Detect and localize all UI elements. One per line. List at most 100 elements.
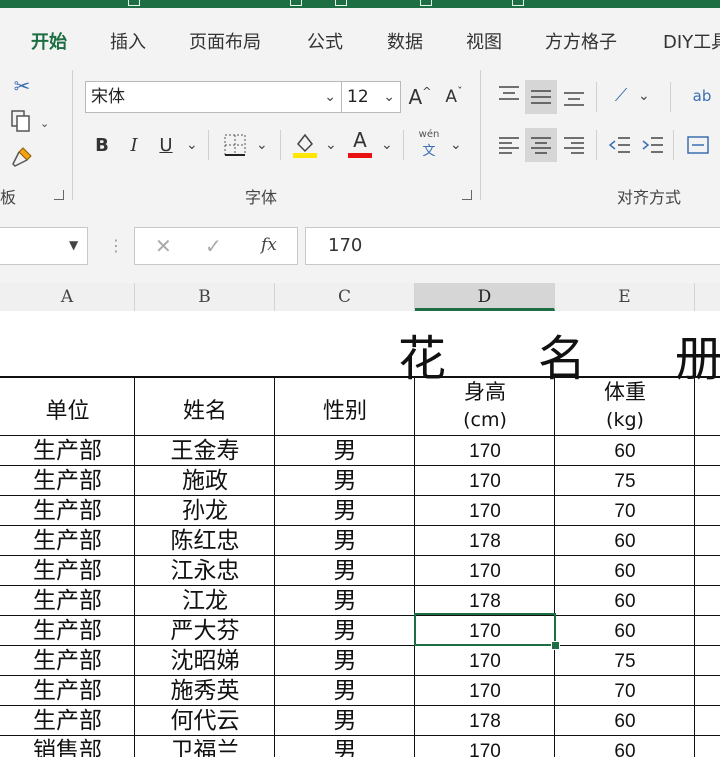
font-name-combo[interactable]: 宋体 ⌄ bbox=[85, 81, 343, 113]
font-size-combo[interactable]: 12 ⌄ bbox=[341, 81, 401, 113]
cell-unit[interactable]: 生产部 bbox=[0, 676, 135, 706]
tab-insert[interactable]: 插入 bbox=[110, 28, 146, 54]
cell-gender[interactable]: 男 bbox=[275, 646, 415, 676]
fill-color-icon[interactable] bbox=[292, 130, 318, 160]
column-header-c[interactable]: C bbox=[275, 283, 415, 311]
cell-height[interactable]: 170 bbox=[415, 439, 555, 465]
cell-name[interactable]: 江龙 bbox=[135, 586, 275, 616]
italic-button[interactable]: I bbox=[123, 131, 145, 159]
borders-icon[interactable] bbox=[222, 132, 248, 158]
fill-handle[interactable] bbox=[551, 641, 560, 650]
cell-name[interactable]: 严大芬 bbox=[135, 616, 275, 646]
increase-indent-icon[interactable] bbox=[640, 130, 666, 160]
tab-diy-tools[interactable]: DIY工具 bbox=[663, 28, 720, 54]
chevron-down-icon[interactable]: ⌄ bbox=[324, 82, 336, 112]
cell-height[interactable]: 178 bbox=[415, 709, 555, 735]
cell-weight[interactable]: 75 bbox=[555, 469, 695, 495]
align-right-icon[interactable] bbox=[561, 130, 587, 160]
cell-name[interactable]: 施政 bbox=[135, 466, 275, 496]
quick-access-icon[interactable] bbox=[420, 0, 432, 6]
column-header-b[interactable]: B bbox=[135, 283, 275, 311]
cell-name[interactable]: 沈昭娣 bbox=[135, 646, 275, 676]
column-header-d[interactable]: D bbox=[415, 283, 555, 311]
cell-gender[interactable]: 男 bbox=[275, 706, 415, 736]
cell-height[interactable]: 170 bbox=[415, 679, 555, 705]
chevron-down-icon[interactable]: ⌄ bbox=[638, 88, 650, 104]
chevron-down-icon[interactable]: ⌄ bbox=[40, 117, 49, 130]
cell-gender[interactable]: 男 bbox=[275, 496, 415, 526]
cell-unit[interactable]: 生产部 bbox=[0, 436, 135, 466]
bold-button[interactable]: B bbox=[91, 131, 113, 159]
name-box[interactable]: ▼ bbox=[0, 227, 88, 265]
phonetic-guide-button[interactable]: wén 文 bbox=[414, 128, 444, 160]
chevron-down-icon[interactable]: ⌄ bbox=[381, 137, 393, 153]
tab-formulas[interactable]: 公式 bbox=[307, 28, 343, 54]
clipboard-launcher-icon[interactable] bbox=[54, 190, 64, 200]
cell-name[interactable]: 王金寿 bbox=[135, 436, 275, 466]
cell-gender[interactable]: 男 bbox=[275, 556, 415, 586]
quick-access-icon[interactable] bbox=[512, 0, 524, 6]
column-header-a[interactable]: A bbox=[0, 283, 135, 311]
cell-weight[interactable]: 60 bbox=[555, 589, 695, 615]
cancel-icon[interactable]: ✕ bbox=[155, 234, 172, 258]
quick-access-icon[interactable] bbox=[290, 0, 302, 6]
cell-height[interactable]: 170 bbox=[415, 499, 555, 525]
cell-weight[interactable]: 75 bbox=[555, 649, 695, 675]
cell-unit[interactable]: 生产部 bbox=[0, 556, 135, 586]
chevron-down-icon[interactable]: ⌄ bbox=[256, 137, 268, 153]
save-icon[interactable] bbox=[128, 0, 140, 6]
decrease-indent-icon[interactable] bbox=[607, 130, 633, 160]
chevron-down-icon[interactable]: ⌄ bbox=[450, 137, 462, 153]
cell-height[interactable]: 178 bbox=[415, 589, 555, 615]
cell-height[interactable]: 170 bbox=[415, 559, 555, 585]
cell-height[interactable]: 178 bbox=[415, 529, 555, 555]
cell-gender[interactable]: 男 bbox=[275, 526, 415, 556]
cell-name[interactable]: 卫福兰 bbox=[135, 736, 275, 757]
cell-height[interactable]: 170 bbox=[415, 469, 555, 495]
font-color-button[interactable]: A bbox=[347, 128, 373, 160]
cell-height[interactable]: 170 bbox=[415, 649, 555, 675]
cell-gender[interactable]: 男 bbox=[275, 676, 415, 706]
active-cell[interactable] bbox=[414, 613, 556, 646]
shrink-font-button[interactable]: Aˇ bbox=[442, 82, 466, 112]
cell-unit[interactable]: 生产部 bbox=[0, 616, 135, 646]
format-painter-icon[interactable] bbox=[8, 144, 36, 170]
cell-unit[interactable]: 生产部 bbox=[0, 466, 135, 496]
align-middle-icon[interactable] bbox=[525, 80, 557, 114]
enter-icon[interactable]: ✓ bbox=[205, 234, 222, 258]
chevron-down-icon[interactable]: ▼ bbox=[69, 238, 78, 252]
cell-weight[interactable]: 60 bbox=[555, 439, 695, 465]
orientation-icon[interactable]: ⟋ bbox=[607, 80, 635, 110]
align-top-icon[interactable] bbox=[496, 82, 522, 108]
cell-weight[interactable]: 60 bbox=[555, 739, 695, 757]
cell-weight[interactable]: 60 bbox=[555, 619, 695, 645]
chevron-down-icon[interactable]: ⌄ bbox=[186, 137, 198, 153]
cell-name[interactable]: 何代云 bbox=[135, 706, 275, 736]
tab-data[interactable]: 数据 bbox=[387, 28, 423, 54]
chevron-down-icon[interactable]: ⌄ bbox=[383, 82, 395, 112]
cell-gender[interactable]: 男 bbox=[275, 466, 415, 496]
cut-icon[interactable]: ✂ bbox=[12, 74, 32, 98]
wrap-text-icon[interactable]: ab bbox=[688, 82, 716, 110]
cell-unit[interactable]: 销售部 bbox=[0, 736, 135, 757]
cell-name[interactable]: 陈红忠 bbox=[135, 526, 275, 556]
tab-fangfang-gezi[interactable]: 方方格子 bbox=[545, 28, 617, 54]
tab-page-layout[interactable]: 页面布局 bbox=[189, 28, 261, 54]
align-center-icon[interactable] bbox=[525, 128, 557, 162]
cell-gender[interactable]: 男 bbox=[275, 436, 415, 466]
cell-unit[interactable]: 生产部 bbox=[0, 646, 135, 676]
quick-access-icon[interactable] bbox=[335, 0, 347, 6]
cell-height[interactable]: 170 bbox=[415, 739, 555, 757]
cell-weight[interactable]: 60 bbox=[555, 529, 695, 555]
formula-input[interactable]: 170 bbox=[305, 227, 720, 265]
cell-gender[interactable]: 男 bbox=[275, 586, 415, 616]
cell-weight[interactable]: 60 bbox=[555, 559, 695, 585]
tab-view[interactable]: 视图 bbox=[466, 28, 502, 54]
cell-unit[interactable]: 生产部 bbox=[0, 586, 135, 616]
cell-weight[interactable]: 70 bbox=[555, 499, 695, 525]
underline-button[interactable]: U bbox=[155, 131, 177, 159]
cell-unit[interactable]: 生产部 bbox=[0, 526, 135, 556]
font-launcher-icon[interactable] bbox=[462, 190, 472, 200]
cell-unit[interactable]: 生产部 bbox=[0, 706, 135, 736]
cell-weight[interactable]: 70 bbox=[555, 679, 695, 705]
